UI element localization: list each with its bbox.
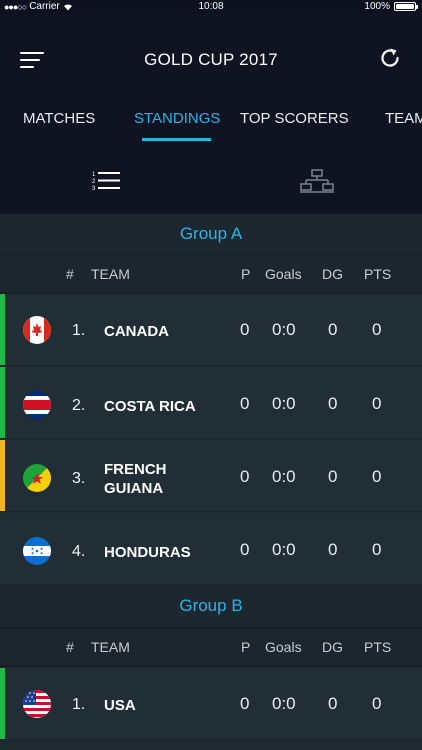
honduras-flag-icon: [23, 537, 51, 565]
points-value: 0: [372, 540, 382, 559]
qualification-indicator: [0, 294, 5, 365]
tab-teams[interactable]: TEAM: [385, 110, 422, 127]
col-points: PTS: [364, 639, 392, 655]
tournament-bracket-icon[interactable]: [300, 169, 334, 193]
clock: 10:08: [198, 1, 224, 12]
col-goal-diff: DG: [322, 266, 343, 282]
table-row[interactable]: 3. FRENCH GUIANA 0 0:0 0 0: [0, 440, 422, 512]
team-position: 1.: [72, 322, 86, 339]
goal-diff-value: 0: [328, 540, 338, 559]
qualification-indicator: [0, 367, 5, 438]
costa-rica-flag-icon: [23, 391, 51, 419]
svg-text:2: 2: [92, 179, 96, 185]
goals-value: 0:0: [272, 467, 296, 486]
team-name: HONDURAS: [104, 544, 191, 561]
table-row[interactable]: 2. COSTA RICA 0 0:0 0 0: [0, 367, 422, 439]
played-value: 0: [240, 694, 250, 713]
played-value: 0: [240, 394, 250, 413]
points-value: 0: [372, 320, 382, 339]
app-header: GOLD CUP 2017 MATCHES STANDINGS TOP SCOR…: [0, 14, 422, 214]
qualification-indicator: [0, 668, 5, 739]
goals-value: 0:0: [272, 320, 296, 339]
team-position: 2.: [72, 397, 86, 414]
played-value: 0: [240, 540, 250, 559]
col-goal-diff: DG: [322, 639, 343, 655]
tab-matches[interactable]: MATCHES: [23, 110, 95, 127]
view-switcher: 1 2 3: [0, 164, 422, 204]
svg-text:3: 3: [92, 186, 96, 192]
qualification-indicator: [0, 440, 5, 511]
played-value: 0: [240, 320, 250, 339]
battery-icon: [394, 2, 418, 11]
col-team: TEAM: [91, 639, 130, 655]
numbered-list-icon[interactable]: 1 2 3: [92, 170, 120, 192]
battery-percentage: 100%: [364, 1, 390, 12]
group-a-column-headers: # TEAM P Goals DG PTS: [0, 254, 422, 294]
team-position: 4.: [72, 543, 86, 560]
col-goals: Goals: [265, 266, 302, 282]
status-bar: ●●●○○ Carrier 10:08 100%: [0, 0, 422, 14]
group-b-column-headers: # TEAM P Goals DG PTS: [0, 627, 422, 667]
col-goals: Goals: [265, 639, 302, 655]
goals-value: 0:0: [272, 540, 296, 559]
table-row[interactable]: 1. USA 0 0:0 0 0: [0, 668, 422, 740]
usa-flag-icon: [23, 690, 51, 718]
group-a-header: Group A: [0, 214, 422, 254]
points-value: 0: [372, 694, 382, 713]
french-guiana-flag-icon: [23, 464, 51, 492]
goal-diff-value: 0: [328, 320, 338, 339]
tab-top-scorers[interactable]: TOP SCORERS: [240, 110, 349, 127]
svg-text:1: 1: [92, 172, 96, 178]
page-title: GOLD CUP 2017: [144, 50, 278, 69]
team-position: 1.: [72, 696, 86, 713]
goal-diff-value: 0: [328, 467, 338, 486]
active-tab-indicator: [142, 138, 211, 141]
points-value: 0: [372, 394, 382, 413]
team-position: 3.: [72, 470, 86, 487]
points-value: 0: [372, 467, 382, 486]
col-played: P: [241, 639, 251, 655]
canada-flag-icon: [23, 316, 51, 344]
team-name: USA: [104, 697, 136, 714]
col-pos: #: [66, 639, 74, 655]
table-row[interactable]: 1. CANADA 0 0:0 0 0: [0, 294, 422, 366]
col-points: PTS: [364, 266, 392, 282]
tab-standings[interactable]: STANDINGS: [134, 110, 220, 127]
tab-bar: MATCHES STANDINGS TOP SCORERS TEAM: [0, 106, 422, 146]
table-row[interactable]: 4. HONDURAS 0 0:0 0 0: [0, 513, 422, 585]
goals-value: 0:0: [272, 394, 296, 413]
group-b-header: Group B: [0, 586, 422, 626]
team-name: CANADA: [104, 323, 169, 340]
team-name: FRENCH GUIANA: [104, 461, 167, 497]
refresh-icon[interactable]: [378, 46, 402, 70]
goals-value: 0:0: [272, 694, 296, 713]
played-value: 0: [240, 467, 250, 486]
goal-diff-value: 0: [328, 694, 338, 713]
col-team: TEAM: [91, 266, 130, 282]
col-played: P: [241, 266, 251, 282]
goal-diff-value: 0: [328, 394, 338, 413]
col-pos: #: [66, 266, 74, 282]
team-name: COSTA RICA: [104, 398, 196, 415]
